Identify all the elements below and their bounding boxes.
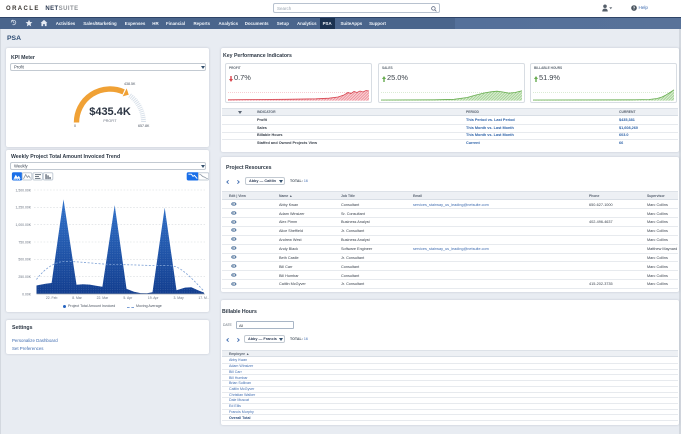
svg-text:3. May: 3. May	[174, 296, 184, 300]
svg-text:17. M...: 17. M...	[198, 296, 209, 300]
svg-text:500.00K: 500.00K	[18, 258, 31, 262]
svg-text:5. Apr: 5. Apr	[123, 296, 133, 300]
svg-text:750.00K: 750.00K	[18, 240, 31, 244]
svg-text:8. Mar: 8. Mar	[72, 296, 82, 300]
svg-text:1,000.00K: 1,000.00K	[16, 223, 32, 227]
svg-text:1,250.00K: 1,250.00K	[16, 206, 32, 210]
svg-text:22. Mar: 22. Mar	[97, 296, 109, 300]
svg-text:250.00K: 250.00K	[18, 275, 31, 279]
svg-text:1,500.00K: 1,500.00K	[16, 188, 32, 192]
svg-text:19. Apr: 19. Apr	[148, 296, 160, 300]
svg-text:0.00K: 0.00K	[22, 292, 32, 296]
svg-text:22. Feb: 22. Feb	[46, 296, 58, 300]
